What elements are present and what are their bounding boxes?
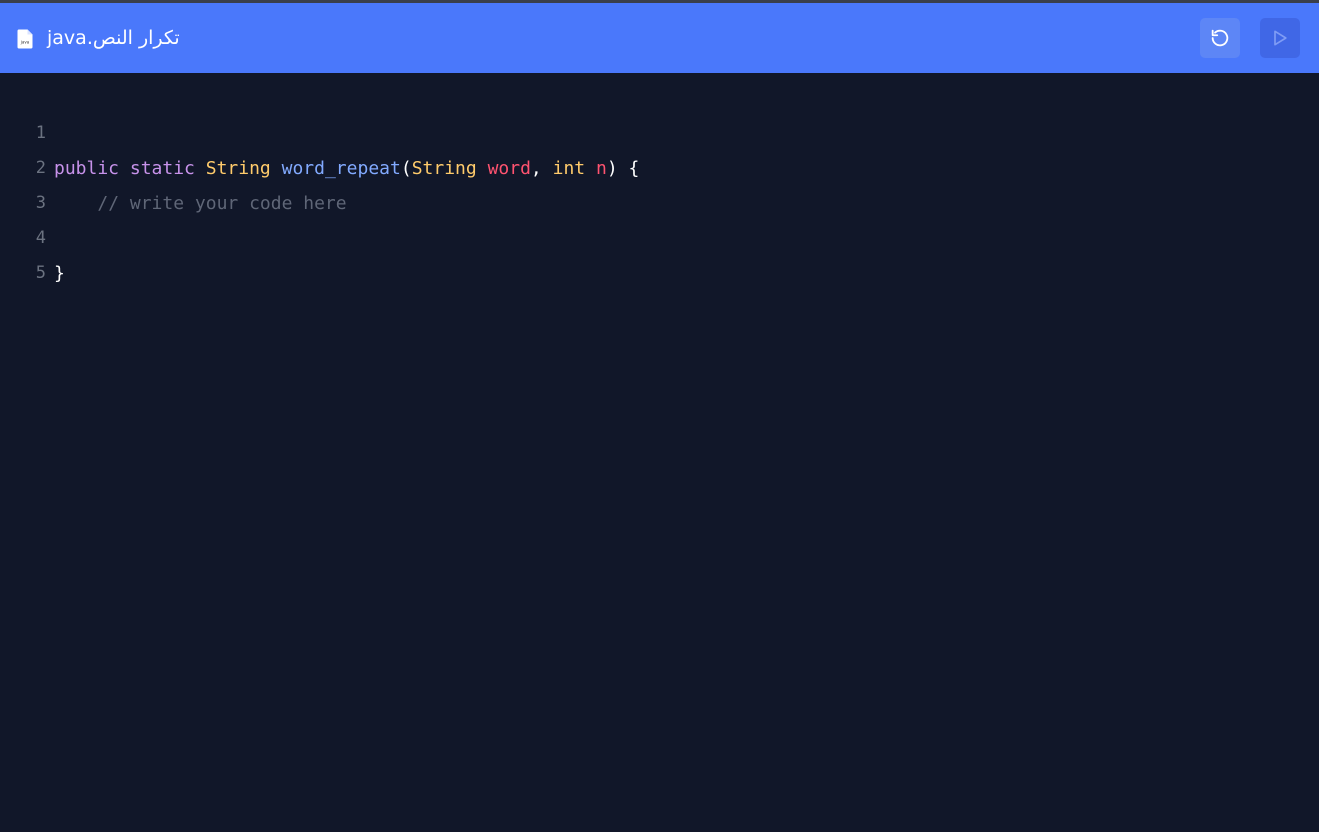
editor-header: java تكرار النص.java: [0, 3, 1319, 73]
code-line[interactable]: 5: [0, 221, 1319, 283]
code-line[interactable]: 1 public static String word_repeat(Strin…: [0, 81, 1319, 179]
code-line[interactable]: 3: [0, 151, 1319, 213]
file-icon-label: java: [20, 40, 30, 45]
line-number: 5: [35, 263, 46, 283]
code-editor-window: java تكرار النص.java 1 public static Str…: [0, 0, 1319, 832]
java-file-icon: java: [17, 29, 33, 49]
play-icon: [1274, 30, 1287, 46]
code-line[interactable]: 2 // write your code here: [0, 116, 1319, 214]
file-name: تكرار النص.java: [47, 27, 180, 49]
reset-button[interactable]: [1200, 18, 1240, 58]
code-line[interactable]: 4 }: [0, 186, 1319, 284]
run-button[interactable]: [1260, 18, 1300, 58]
code-area[interactable]: 1 public static String word_repeat(Strin…: [0, 81, 1319, 284]
reset-icon: [1211, 29, 1229, 47]
